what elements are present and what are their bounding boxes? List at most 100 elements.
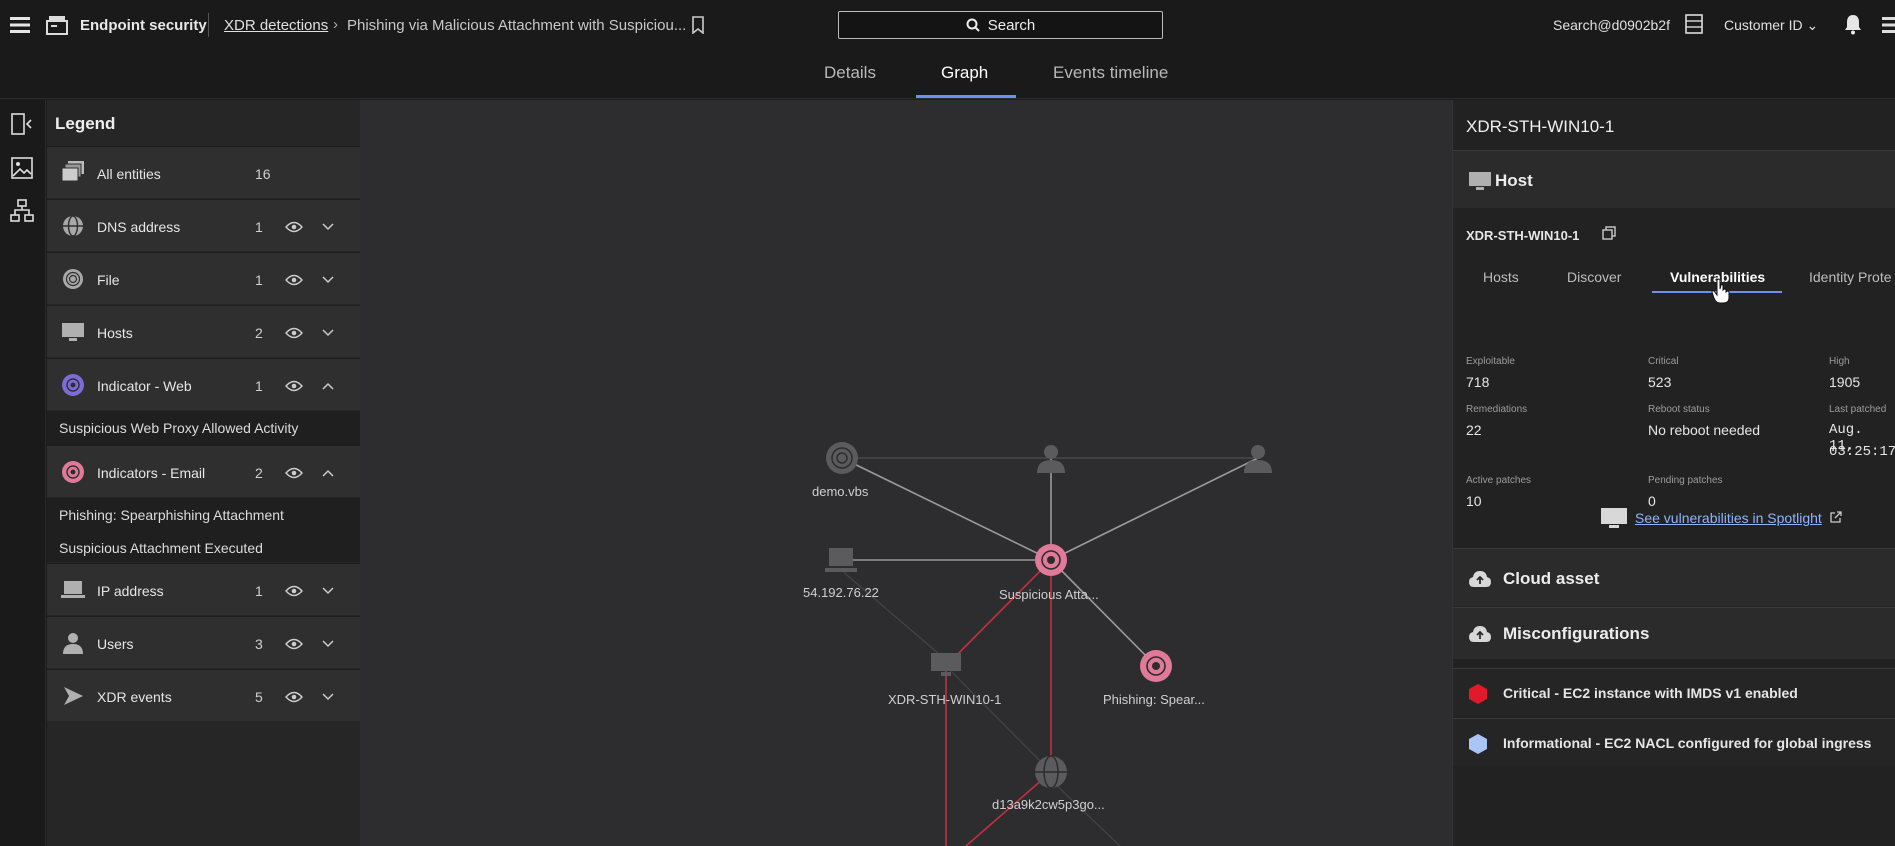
graph-node-email-indicator[interactable] — [1034, 543, 1068, 577]
stat-high: 1905 — [1829, 374, 1861, 390]
legend-row-label: DNS address — [97, 219, 181, 235]
chevron-down-icon[interactable] — [321, 326, 335, 340]
cloud-upload-icon — [1467, 567, 1493, 591]
graph-node-host[interactable] — [929, 651, 963, 681]
copy-icon[interactable] — [1601, 225, 1617, 241]
legend-row-users[interactable]: Users 3 — [47, 616, 360, 668]
spotlight-link[interactable]: See vulnerabilities in Spotlight — [1635, 510, 1822, 526]
search-button[interactable]: Search — [838, 11, 1163, 39]
overflow-menu-icon[interactable] — [1880, 14, 1895, 36]
host-section-header[interactable]: Host — [1453, 150, 1895, 208]
view-tabs: Details Graph Events timeline — [0, 50, 1895, 99]
legend-row-dns-address[interactable]: DNS address 1 — [47, 199, 360, 251]
active-tab-indicator — [916, 95, 1016, 98]
stat-last-patched-time: 03:25:17 — [1829, 444, 1895, 460]
header-divider — [208, 13, 209, 37]
stat-reboot-status: No reboot needed — [1648, 422, 1761, 438]
app-name: Endpoint security — [80, 17, 207, 34]
legend-row-label: File — [97, 272, 120, 288]
hierarchy-icon[interactable] — [10, 199, 34, 223]
legend-row-indicator-web[interactable]: Indicator - Web 1 — [47, 358, 360, 410]
graph-node-email-indicator[interactable] — [1139, 649, 1173, 683]
eye-icon[interactable] — [283, 325, 305, 341]
eye-icon[interactable] — [283, 689, 305, 705]
graph-node-label: Suspicious Atta... — [999, 587, 1099, 602]
legend-row-all-entities[interactable]: All entities 16 — [47, 146, 360, 198]
chevron-down-icon[interactable] — [321, 584, 335, 598]
graph-node-label: 54.192.76.22 — [803, 585, 879, 600]
tab-discover[interactable]: Discover — [1567, 269, 1621, 285]
legend-row-xdr-events[interactable]: XDR events 5 — [47, 669, 360, 721]
misconfiguration-item[interactable]: Critical - EC2 instance with IMDS v1 ena… — [1453, 668, 1895, 716]
image-icon[interactable] — [10, 156, 34, 180]
eye-icon[interactable] — [283, 219, 305, 235]
chevron-up-icon[interactable] — [321, 379, 335, 393]
legend-row-count: 16 — [255, 166, 271, 182]
chevron-down-icon[interactable] — [321, 273, 335, 287]
eye-icon[interactable] — [283, 272, 305, 288]
stat-remediations: 22 — [1466, 422, 1482, 438]
tab-graph[interactable]: Graph — [941, 63, 988, 83]
cloud-upload-icon — [1467, 622, 1493, 646]
legend-row-label: XDR events — [97, 689, 172, 705]
graph-node-user[interactable] — [1241, 441, 1275, 475]
chevron-down-icon[interactable] — [321, 690, 335, 704]
legend-row-count: 2 — [255, 325, 263, 341]
eye-icon[interactable] — [283, 378, 305, 394]
stat-label: Last patched — [1829, 404, 1887, 415]
tab-details[interactable]: Details — [824, 63, 876, 83]
graph-node-ip-address[interactable] — [824, 546, 858, 576]
stat-label: High — [1829, 356, 1850, 367]
legend-sub-item[interactable]: Suspicious Web Proxy Allowed Activity — [59, 420, 298, 436]
eye-icon[interactable] — [283, 465, 305, 481]
stat-pending-patches: 0 — [1648, 493, 1656, 509]
bell-icon[interactable] — [1842, 12, 1864, 36]
web-indicator-icon — [60, 372, 86, 398]
monitor-icon — [60, 319, 86, 345]
stat-label: Remediations — [1466, 404, 1528, 415]
chevron-up-icon[interactable] — [321, 466, 335, 480]
tab-events-timeline[interactable]: Events timeline — [1053, 63, 1168, 83]
legend-row-indicators-email[interactable]: Indicators - Email 2 — [47, 445, 360, 497]
legend-row-file[interactable]: File 1 — [47, 252, 360, 304]
legend-row-label: Indicator - Web — [97, 378, 192, 394]
legend-row-count: 1 — [255, 378, 263, 394]
user-account[interactable]: Search@d0902b2f — [1553, 17, 1670, 33]
legend-row-label: Hosts — [97, 325, 133, 341]
eye-icon[interactable] — [283, 583, 305, 599]
stat-label: Pending patches — [1648, 475, 1723, 486]
customer-id-label: Customer ID — [1724, 17, 1803, 33]
breadcrumb-current: Phishing via Malicious Attachment with S… — [347, 17, 687, 34]
graph-node-dns[interactable] — [1034, 755, 1068, 789]
document-icon[interactable] — [1684, 13, 1704, 35]
legend-sub-item[interactable]: Phishing: Spearphishing Attachment — [59, 507, 284, 523]
collapse-panel-icon[interactable] — [10, 112, 34, 136]
breadcrumb-chevron-icon: › — [333, 16, 338, 33]
graph-node-file[interactable] — [825, 441, 859, 475]
legend-row-label: IP address — [97, 583, 164, 599]
breadcrumb-xdr-detections[interactable]: XDR detections — [224, 17, 328, 34]
graph-node-user[interactable] — [1034, 441, 1068, 475]
misconfiguration-item[interactable]: Informational - EC2 NACL configured for … — [1453, 718, 1895, 766]
tab-identity-protection[interactable]: Identity Prote — [1809, 269, 1892, 285]
top-bar: Endpoint security XDR detections › Phish… — [0, 0, 1895, 50]
details-panel: XDR-STH-WIN10-1 Host XDR-STH-WIN10-1 Hos… — [1452, 100, 1895, 846]
legend-sub-item[interactable]: Suspicious Attachment Executed — [59, 540, 263, 556]
search-label: Search — [987, 16, 1036, 34]
graph-canvas[interactable]: demo.vbs 54.192.76.22 Suspicious Atta...… — [360, 100, 1452, 846]
misconfigurations-section-header[interactable]: Misconfigurations — [1453, 607, 1895, 659]
eye-icon[interactable] — [283, 636, 305, 652]
legend-row-count: 2 — [255, 465, 263, 481]
legend-row-ip-address[interactable]: IP address 1 — [47, 563, 360, 615]
menu-icon[interactable] — [8, 13, 32, 37]
external-link-icon[interactable] — [1828, 510, 1842, 524]
stat-critical: 523 — [1648, 374, 1672, 390]
customer-id-dropdown[interactable]: Customer ID ⌄ — [1724, 17, 1818, 34]
chevron-down-icon[interactable] — [321, 637, 335, 651]
legend-row-hosts[interactable]: Hosts 2 — [47, 305, 360, 357]
bookmark-icon[interactable] — [690, 15, 706, 35]
tab-hosts[interactable]: Hosts — [1483, 269, 1519, 285]
chevron-down-icon[interactable] — [321, 220, 335, 234]
hand-cursor-icon — [1710, 277, 1732, 305]
cloud-asset-section-header[interactable]: Cloud asset — [1453, 548, 1895, 606]
